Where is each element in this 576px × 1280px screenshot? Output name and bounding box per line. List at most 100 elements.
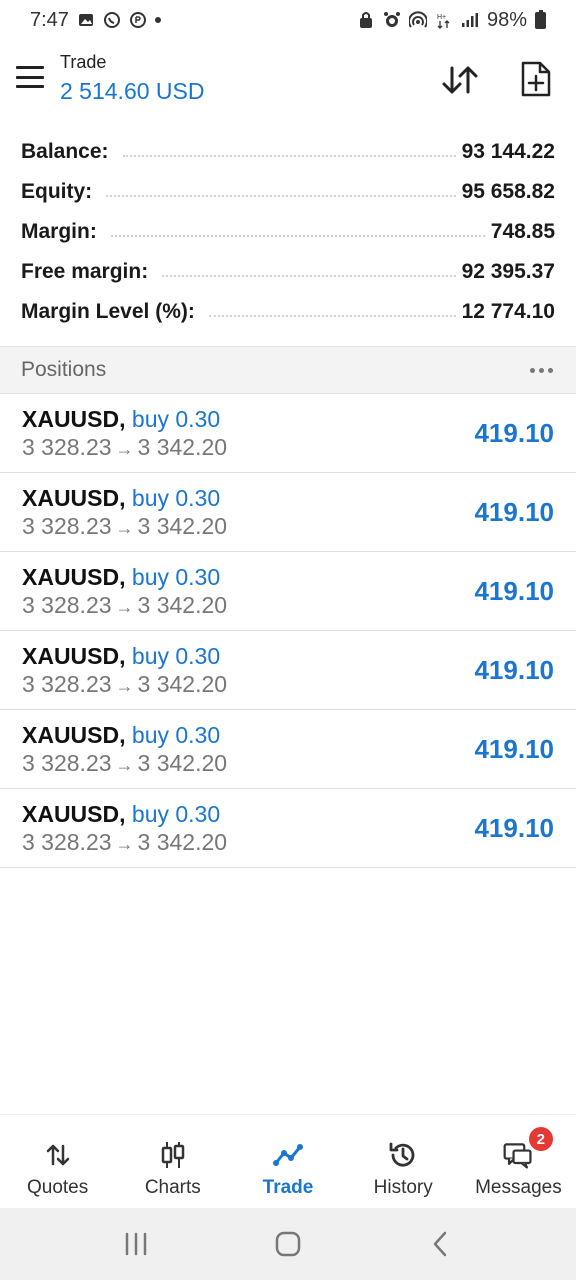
battery-icon: [535, 9, 546, 29]
bottom-nav: Quotes Charts Trade History 2 Messages: [0, 1114, 576, 1208]
summary-row-margin-level: Margin Level (%): 12 774.10: [0, 292, 576, 332]
dotted-leader: [110, 235, 485, 237]
position-type: buy 0.30: [131, 643, 221, 669]
dotted-leader: [162, 275, 456, 277]
lock-icon: [357, 11, 375, 29]
summary-label: Balance:: [21, 140, 117, 164]
home-icon: [275, 1231, 301, 1257]
dotted-leader: [208, 315, 456, 317]
quotes-icon: [42, 1139, 74, 1171]
messages-badge: 2: [528, 1127, 553, 1151]
position-row[interactable]: XAUUSD, buy 0.30 3 328.23 → 3 342.20 419.1…: [0, 473, 576, 552]
nav-history[interactable]: History: [346, 1115, 461, 1208]
arrow-right-icon: →: [115, 834, 134, 854]
positions-title: Positions: [21, 358, 107, 381]
nav-trade[interactable]: Trade: [230, 1115, 345, 1208]
back-button[interactable]: [416, 1224, 464, 1264]
open-price: 3 328.23: [22, 592, 112, 618]
current-price: 3 342.20: [137, 750, 228, 776]
status-bar: 7:47 H+ 98%: [0, 0, 576, 40]
header-balance: 2 514.60 USD: [60, 78, 205, 104]
position-row[interactable]: XAUUSD, buy 0.30 3 328.23 → 3 342.20 419.1…: [0, 789, 576, 868]
nav-label: Messages: [475, 1177, 562, 1198]
position-title: XAUUSD, buy 0.30: [22, 485, 220, 512]
summary-value: 95 658.82: [461, 180, 555, 203]
position-prices: 3 328.23 → 3 342.20: [22, 829, 227, 856]
summary-label: Free margin:: [21, 260, 157, 284]
summary-label: Equity:: [21, 180, 101, 204]
nav-messages[interactable]: 2 Messages: [461, 1115, 576, 1208]
position-row[interactable]: XAUUSD, buy 0.30 3 328.23 → 3 342.20 419.1…: [0, 394, 576, 473]
account-summary: Balance: 93 144.22 Equity: 95 658.82 Mar…: [0, 132, 576, 332]
nav-label: Quotes: [26, 1177, 89, 1198]
arrow-right-icon: →: [115, 518, 134, 538]
svg-text:H+: H+: [437, 14, 446, 21]
home-button[interactable]: [264, 1224, 312, 1264]
new-order-icon[interactable]: [518, 60, 554, 98]
open-price: 3 328.23: [22, 513, 112, 539]
position-row[interactable]: XAUUSD, buy 0.30 3 328.23 → 3 342.20 419.1…: [0, 631, 576, 710]
position-title: XAUUSD, buy 0.30: [22, 564, 220, 591]
summary-row-equity: Equity: 95 658.82: [0, 172, 576, 212]
open-price: 3 328.23: [22, 829, 112, 855]
position-profit: 419.10: [474, 576, 554, 606]
position-prices: 3 328.23 → 3 342.20: [22, 750, 227, 777]
alarm-icon: [383, 11, 401, 29]
arrow-right-icon: →: [115, 439, 134, 459]
position-type: buy 0.30: [131, 564, 221, 590]
sort-icon[interactable]: [440, 62, 480, 98]
whatsapp-icon: [103, 11, 121, 29]
nav-quotes[interactable]: Quotes: [0, 1115, 115, 1208]
position-type: buy 0.30: [131, 485, 221, 511]
position-symbol: XAUUSD,: [22, 564, 126, 590]
back-icon: [433, 1231, 447, 1257]
signal-icon: [461, 11, 479, 29]
nav-charts[interactable]: Charts: [115, 1115, 230, 1208]
data-icon: H+: [435, 11, 453, 29]
position-type: buy 0.30: [131, 801, 221, 827]
summary-row-margin: Margin: 748.85: [0, 212, 576, 252]
open-price: 3 328.23: [22, 750, 112, 776]
position-profit: 419.10: [474, 418, 554, 448]
trade-icon: [272, 1139, 304, 1171]
summary-value: 748.85: [490, 220, 555, 243]
arrow-right-icon: →: [115, 597, 134, 617]
dotted-leader: [106, 195, 456, 197]
summary-value: 12 774.10: [461, 300, 555, 323]
position-symbol: XAUUSD,: [22, 406, 126, 432]
nav-label: History: [373, 1177, 433, 1198]
position-row[interactable]: XAUUSD, buy 0.30 3 328.23 → 3 342.20 419.1…: [0, 552, 576, 631]
position-symbol: XAUUSD,: [22, 722, 126, 748]
open-price: 3 328.23: [22, 671, 112, 697]
page-title: Trade: [60, 52, 107, 72]
position-title: XAUUSD, buy 0.30: [22, 801, 220, 828]
position-title: XAUUSD, buy 0.30: [22, 643, 220, 670]
more-options-icon[interactable]: [528, 362, 555, 379]
positions-list: XAUUSD, buy 0.30 3 328.23 → 3 342.20 419.1…: [0, 394, 576, 868]
position-title: XAUUSD, buy 0.30: [22, 406, 220, 433]
position-profit: 419.10: [474, 655, 554, 685]
summary-row-free-margin: Free margin: 92 395.37: [0, 252, 576, 292]
position-prices: 3 328.23 → 3 342.20: [22, 513, 227, 540]
whatsapp-business-icon: [129, 11, 147, 29]
summary-row-balance: Balance: 93 144.22: [0, 132, 576, 172]
summary-label: Margin Level (%):: [21, 300, 203, 324]
system-nav-bar: [0, 1208, 576, 1280]
recent-apps-button[interactable]: [112, 1224, 160, 1264]
position-row[interactable]: XAUUSD, buy 0.30 3 328.23 → 3 342.20 419.1…: [0, 710, 576, 789]
history-icon: [387, 1139, 419, 1171]
open-price: 3 328.23: [22, 434, 112, 460]
arrow-right-icon: →: [115, 755, 134, 775]
dot-icon: [154, 17, 161, 23]
current-price: 3 342.20: [137, 513, 228, 539]
menu-icon[interactable]: [16, 66, 44, 88]
current-price: 3 342.20: [137, 434, 228, 460]
position-prices: 3 328.23 → 3 342.20: [22, 592, 227, 619]
position-symbol: XAUUSD,: [22, 485, 126, 511]
status-right: H+ 98%: [357, 9, 546, 32]
summary-value: 92 395.37: [461, 260, 555, 283]
position-type: buy 0.30: [131, 406, 221, 432]
position-title: XAUUSD, buy 0.30: [22, 722, 220, 749]
hotspot-icon: [408, 11, 427, 29]
arrow-right-icon: →: [115, 676, 134, 696]
